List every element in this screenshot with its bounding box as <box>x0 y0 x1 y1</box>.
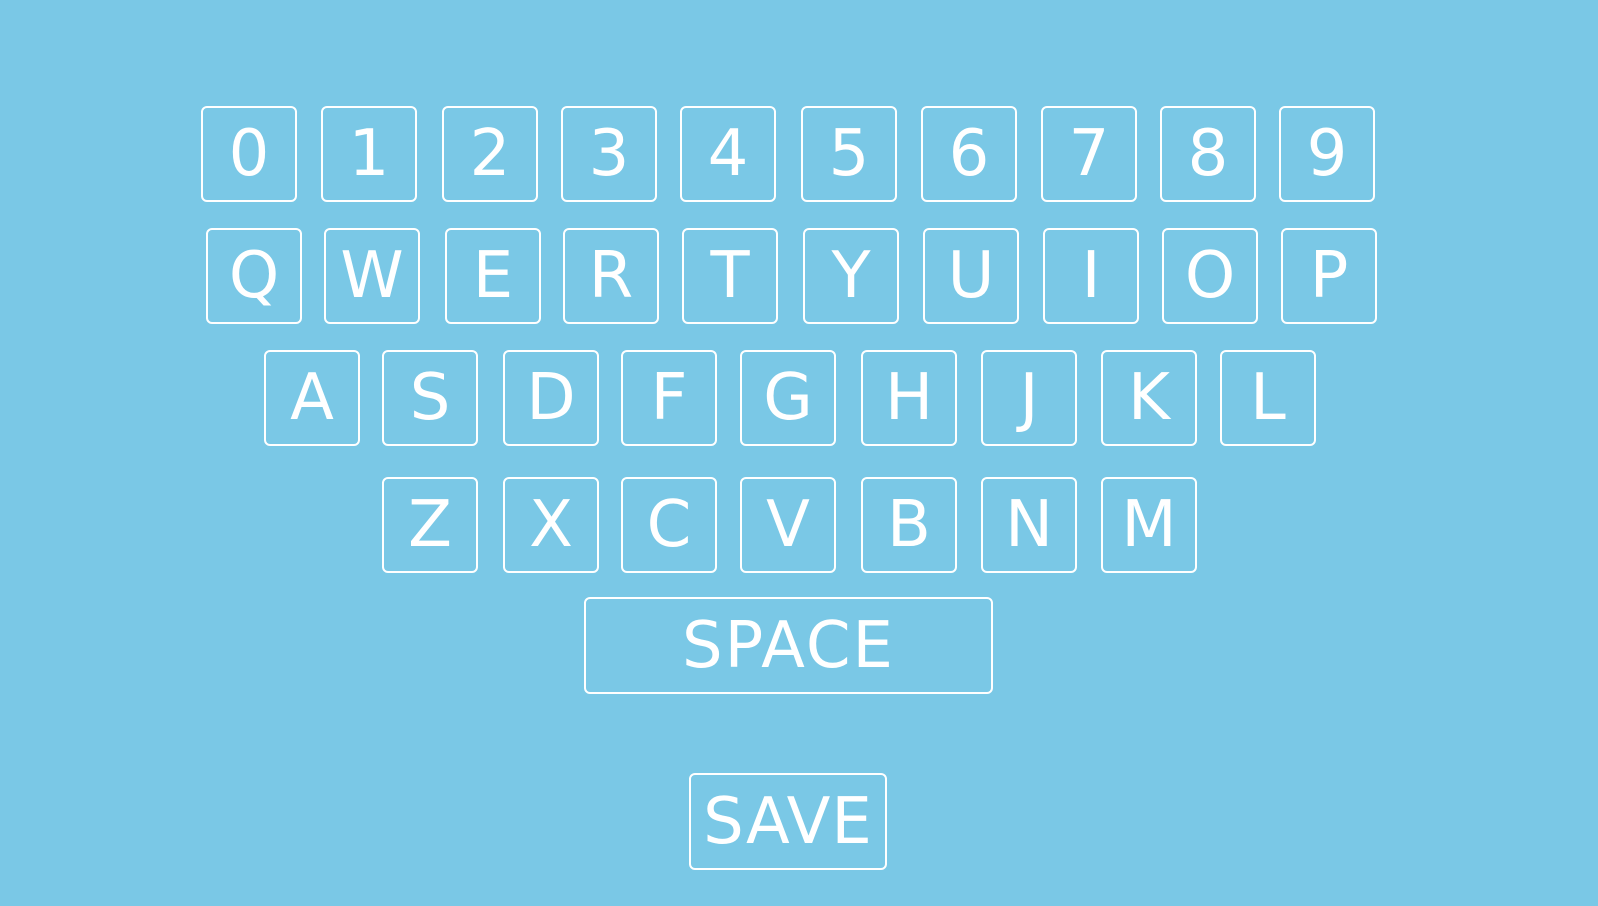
key-u[interactable]: U <box>923 228 1019 324</box>
key-y[interactable]: Y <box>803 228 899 324</box>
key-q[interactable]: Q <box>206 228 302 324</box>
key-o[interactable]: O <box>1162 228 1258 324</box>
key-6[interactable]: 6 <box>921 106 1017 202</box>
key-r[interactable]: R <box>563 228 659 324</box>
key-7[interactable]: 7 <box>1041 106 1137 202</box>
key-v[interactable]: V <box>740 477 836 573</box>
key-m[interactable]: M <box>1101 477 1197 573</box>
key-w[interactable]: W <box>324 228 420 324</box>
key-p[interactable]: P <box>1281 228 1377 324</box>
key-2[interactable]: 2 <box>442 106 538 202</box>
key-5[interactable]: 5 <box>801 106 897 202</box>
key-d[interactable]: D <box>503 350 599 446</box>
key-8[interactable]: 8 <box>1160 106 1256 202</box>
key-t[interactable]: T <box>682 228 778 324</box>
key-l[interactable]: L <box>1220 350 1316 446</box>
key-i[interactable]: I <box>1043 228 1139 324</box>
key-a[interactable]: A <box>264 350 360 446</box>
key-z[interactable]: Z <box>382 477 478 573</box>
key-j[interactable]: J <box>981 350 1077 446</box>
key-x[interactable]: X <box>503 477 599 573</box>
key-f[interactable]: F <box>621 350 717 446</box>
key-3[interactable]: 3 <box>561 106 657 202</box>
key-g[interactable]: G <box>740 350 836 446</box>
key-1[interactable]: 1 <box>321 106 417 202</box>
on-screen-keyboard: 0 1 2 3 4 5 6 7 8 9 Q W E R T Y U I O P … <box>0 0 1598 906</box>
save-button[interactable]: SAVE <box>689 773 887 870</box>
key-0[interactable]: 0 <box>201 106 297 202</box>
key-n[interactable]: N <box>981 477 1077 573</box>
key-k[interactable]: K <box>1101 350 1197 446</box>
space-key[interactable]: SPACE <box>584 597 993 694</box>
key-s[interactable]: S <box>382 350 478 446</box>
key-h[interactable]: H <box>861 350 957 446</box>
key-4[interactable]: 4 <box>680 106 776 202</box>
key-9[interactable]: 9 <box>1279 106 1375 202</box>
key-e[interactable]: E <box>445 228 541 324</box>
key-c[interactable]: C <box>621 477 717 573</box>
key-b[interactable]: B <box>861 477 957 573</box>
